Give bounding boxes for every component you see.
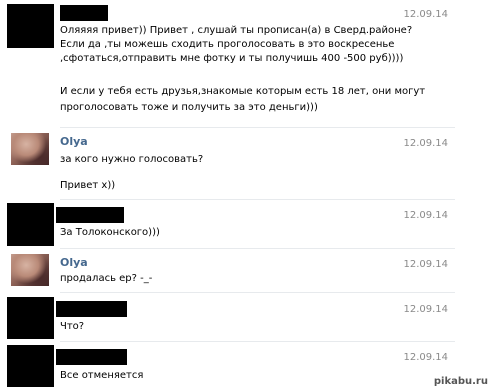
message-separator	[60, 127, 455, 128]
message-separator	[60, 248, 455, 249]
message-date: 12.09.14	[403, 138, 448, 149]
message-line: продалась ер? -_-	[60, 273, 153, 284]
message-date: 12.09.14	[403, 9, 448, 20]
message-date: 12.09.14	[403, 304, 448, 315]
message-line: за кого нужно голосовать?	[60, 154, 204, 165]
message-line: Что?	[60, 321, 85, 332]
message-line: И если у тебя есть друзья,знакомые котор…	[60, 86, 426, 97]
sender-name-redacted[interactable]	[60, 5, 108, 21]
watermark: pikabu.ru	[430, 375, 491, 388]
message-line: За Толоконского)))	[60, 227, 160, 238]
avatar[interactable]	[7, 203, 54, 246]
message-date: 12.09.14	[403, 210, 448, 221]
sender-name[interactable]: Olya	[60, 256, 88, 269]
sender-name-redacted[interactable]	[56, 349, 127, 365]
avatar[interactable]	[7, 345, 54, 387]
message-line: Оляяяя привет)) Привет , слушай ты пропи…	[60, 25, 413, 36]
sender-name-redacted[interactable]	[56, 207, 124, 223]
message-line: Привет х))	[60, 180, 116, 191]
avatar[interactable]	[7, 4, 54, 48]
message-line: Все отменяется	[60, 370, 144, 381]
message-line: проголосовать тоже и получить за это ден…	[60, 102, 318, 113]
message-date: 12.09.14	[403, 352, 448, 363]
sender-name[interactable]: Olya	[60, 135, 88, 148]
message-separator	[60, 292, 455, 293]
message-line: ,сфотаться,отправить мне фотку и ты полу…	[60, 53, 404, 64]
avatar[interactable]	[11, 254, 49, 286]
message-line: Если да ,ты можешь сходить проголосовать…	[60, 39, 395, 50]
avatar[interactable]	[7, 297, 54, 339]
avatar[interactable]	[11, 133, 49, 165]
message-date: 12.09.14	[403, 259, 448, 270]
message-separator	[60, 199, 455, 200]
message-separator	[60, 341, 455, 342]
sender-name-redacted[interactable]	[56, 301, 127, 317]
